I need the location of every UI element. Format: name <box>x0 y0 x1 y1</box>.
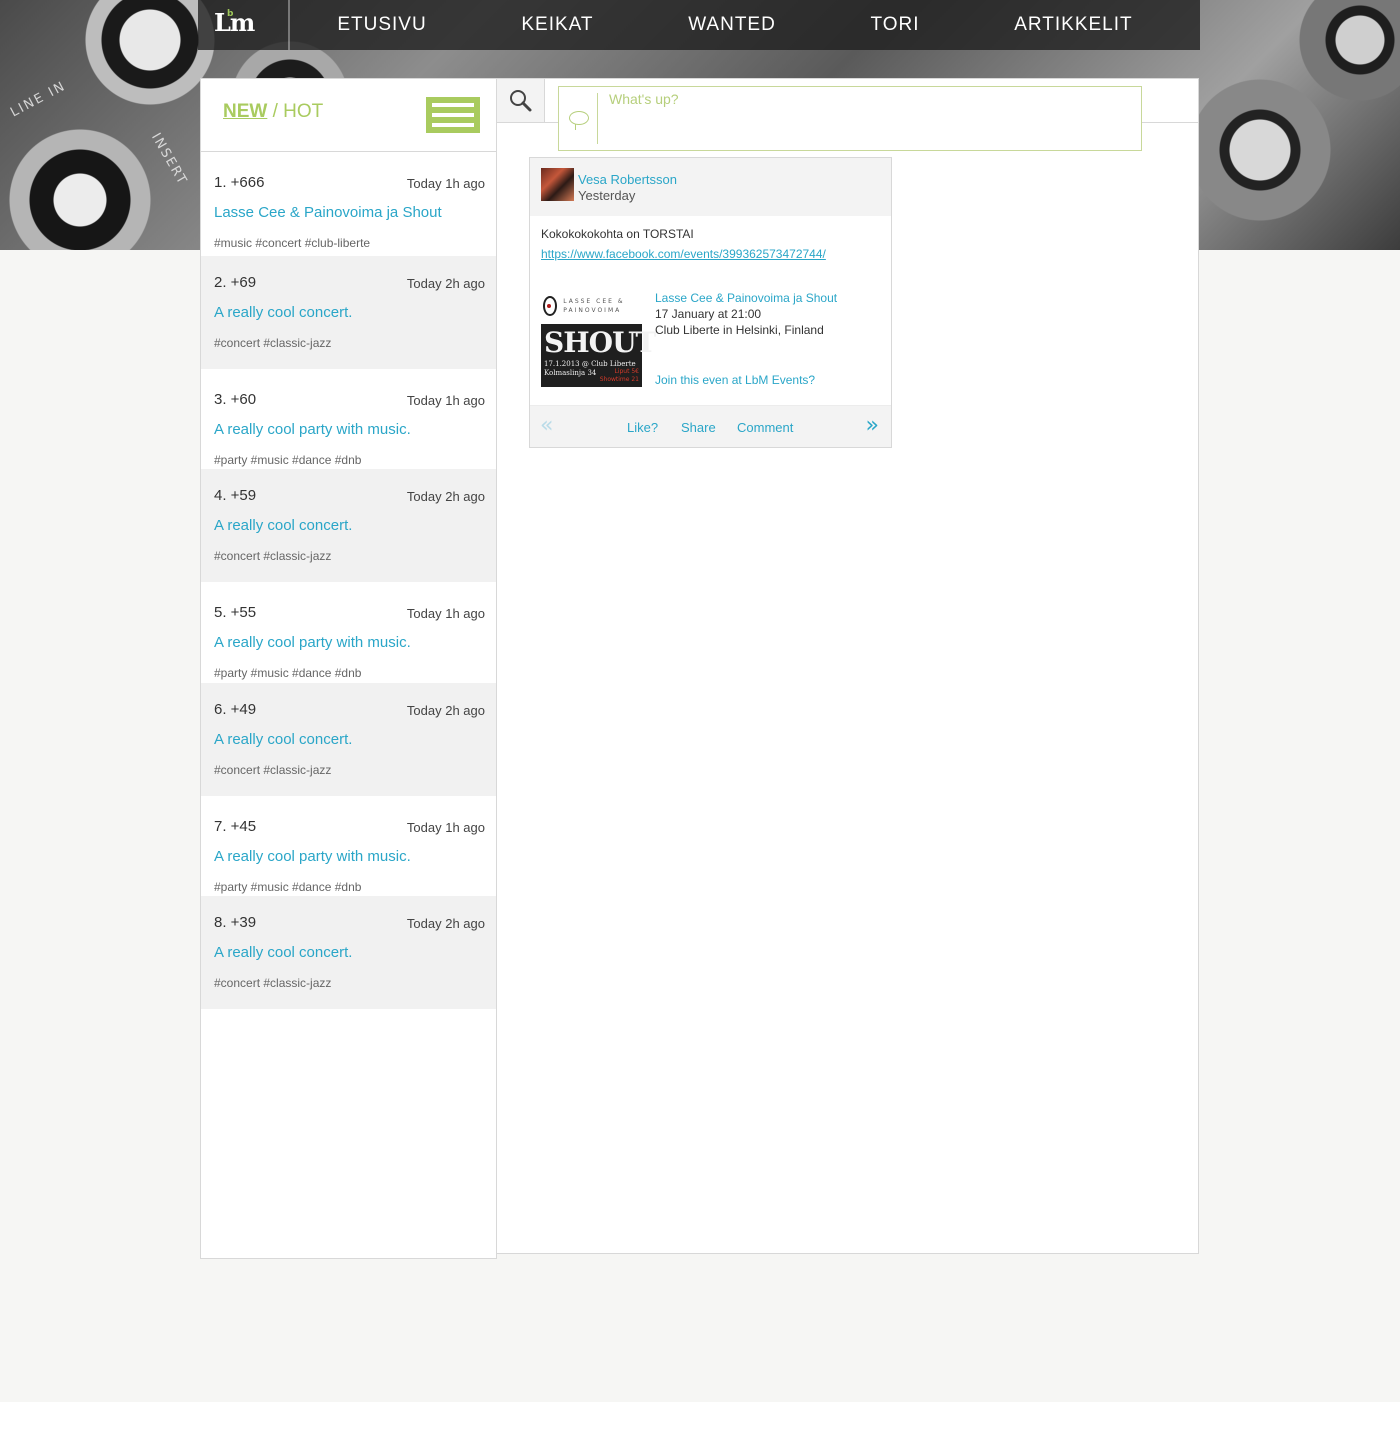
event-poster-bottom: SHOUT 17.1.2013 @ Club Liberte Kolmaslin… <box>541 324 656 387</box>
feed-item[interactable]: 7. +45 Today 1h ago A really cool party … <box>201 796 496 896</box>
hamburger-menu-icon[interactable] <box>426 97 480 133</box>
feed-item-title[interactable]: A really cool concert. <box>214 731 352 748</box>
feed-item-title[interactable]: A really cool concert. <box>214 517 352 534</box>
feed-item-rank: 8. +39 <box>214 914 257 931</box>
logo[interactable]: Lm b <box>198 0 290 50</box>
feed-item-tags: #party #music #dance #dnb <box>214 666 362 680</box>
feed-item-rank: 1. +666 <box>214 174 265 191</box>
feed-item[interactable]: 3. +60 Today 1h ago A really cool party … <box>201 369 496 469</box>
next-post-icon[interactable]: » <box>866 415 879 437</box>
feed-item-rank: 3. +60 <box>214 391 257 408</box>
share-button[interactable]: Share <box>681 420 716 435</box>
status-input[interactable] <box>609 91 1129 145</box>
composer-divider <box>597 93 598 144</box>
poster-logo-icon <box>543 296 558 316</box>
speech-bubble-tail <box>575 124 579 130</box>
poster-red-line-2: Showtime 21 <box>599 376 639 383</box>
nav-item-etusivu[interactable]: ETUSIVU <box>337 14 426 36</box>
filter-separator: / <box>267 101 284 122</box>
nav-item-artikkelit[interactable]: ARTIKKELIT <box>1014 14 1132 36</box>
top-navigation: Lm b ETUSIVU KEIKAT WANTED TORI ARTIKKEL… <box>198 0 1200 50</box>
post-header: Vesa Robertsson Yesterday <box>530 158 891 216</box>
hero-label-insert: INSERT <box>148 130 191 189</box>
nav-items: ETUSIVU KEIKAT WANTED TORI ARTIKKELIT <box>290 14 1200 36</box>
feed-item[interactable]: 1. +666 Today 1h ago Lasse Cee & Painovo… <box>201 152 496 256</box>
feed-item-tags: #music #concert #club-liberte <box>214 236 371 250</box>
logo-superscript: b <box>227 9 234 19</box>
feed-item[interactable]: 2. +69 Today 2h ago A really cool concer… <box>201 256 496 369</box>
feed-item-tags: #party #music #dance #dnb <box>214 453 362 467</box>
feed-item-time: Today 1h ago <box>406 393 485 408</box>
event-poster-top: LASSE CEE & PAINOVOIMA <box>541 288 642 324</box>
feed-item[interactable]: 5. +55 Today 1h ago A really cool party … <box>201 582 496 683</box>
feed-item-title[interactable]: A really cool concert. <box>214 304 352 321</box>
hero-label-line-in: LINE IN <box>8 78 69 121</box>
speech-bubble-icon <box>569 111 589 125</box>
feed-item-time: Today 2h ago <box>406 276 485 291</box>
search-button[interactable] <box>497 79 545 123</box>
poster-title: SHOUT <box>544 326 656 359</box>
feed-item-tags: #party #music #dance #dnb <box>214 880 362 894</box>
post-card: Vesa Robertsson Yesterday Kokokokokohta … <box>529 157 892 448</box>
comment-button[interactable]: Comment <box>737 420 793 435</box>
filter-new[interactable]: NEW <box>223 101 267 122</box>
feed-item-title[interactable]: A really cool party with music. <box>214 421 411 438</box>
feed-item-title[interactable]: A really cool party with music. <box>214 634 411 651</box>
avatar[interactable] <box>541 168 574 201</box>
feed-item-tags: #concert #classic-jazz <box>214 549 332 563</box>
main-panel: Vesa Robertsson Yesterday Kokokokokohta … <box>497 78 1199 1254</box>
feed-item[interactable]: 8. +39 Today 2h ago A really cool concer… <box>201 896 496 1009</box>
feed-item-time: Today 2h ago <box>406 916 485 931</box>
feed-filter: NEW / HOT <box>223 101 323 123</box>
feed-item[interactable]: 4. +59 Today 2h ago A really cool concer… <box>201 469 496 582</box>
feed-item-rank: 4. +59 <box>214 487 257 504</box>
nav-item-tori[interactable]: TORI <box>871 14 920 36</box>
magnifier-icon <box>510 90 532 112</box>
nav-item-keikat[interactable]: KEIKAT <box>521 14 593 36</box>
feed-item-time: Today 2h ago <box>406 703 485 718</box>
feed-item-time: Today 1h ago <box>406 820 485 835</box>
feed-item-title[interactable]: A really cool party with music. <box>214 848 411 865</box>
filter-hot[interactable]: HOT <box>283 101 323 122</box>
bottom-strip <box>0 1402 1400 1442</box>
feed-item-rank: 6. +49 <box>214 701 257 718</box>
post-actions: « Like? Share Comment » <box>530 405 891 447</box>
previous-post-icon[interactable]: « <box>540 415 553 437</box>
feed-item-tags: #concert #classic-jazz <box>214 976 332 990</box>
poster-red-line-1: Liput 5€ <box>614 368 639 375</box>
post-author[interactable]: Vesa Robertsson <box>578 172 677 187</box>
poster-red-text: Liput 5€ Showtime 21 <box>600 368 639 384</box>
feed-item-rank: 2. +69 <box>214 274 257 291</box>
feed-item-rank: 5. +55 <box>214 604 257 621</box>
feed-header: NEW / HOT <box>201 79 496 152</box>
feed-item-time: Today 1h ago <box>406 176 485 191</box>
post-time: Yesterday <box>578 188 636 203</box>
event-place: Club Liberte in Helsinki, Finland <box>655 323 824 337</box>
status-composer[interactable] <box>558 86 1142 151</box>
feed-panel: NEW / HOT 1. +666 Today 1h ago Lasse Cee… <box>200 78 497 1259</box>
logo-text: Lm <box>214 8 255 37</box>
post-link[interactable]: https://www.facebook.com/events/39936257… <box>541 247 826 261</box>
poster-top-text: LASSE CEE & PAINOVOIMA <box>563 298 625 314</box>
event-join-link[interactable]: Join this even at LbM Events? <box>655 373 815 387</box>
feed-item-time: Today 1h ago <box>406 606 485 621</box>
feed-item-title[interactable]: Lasse Cee & Painovoima ja Shout <box>214 204 442 221</box>
event-date: 17 January at 21:00 <box>655 307 762 321</box>
post-text: Kokokokokohta on TORSTAI <box>541 227 694 241</box>
nav-item-wanted[interactable]: WANTED <box>688 14 776 36</box>
feed-item-tags: #concert #classic-jazz <box>214 336 332 350</box>
event-poster[interactable]: LASSE CEE & PAINOVOIMA SHOUT 17.1.2013 @… <box>541 288 656 387</box>
feed-item-tags: #concert #classic-jazz <box>214 763 332 777</box>
feed-item-rank: 7. +45 <box>214 818 257 835</box>
feed-item[interactable]: 6. +49 Today 2h ago A really cool concer… <box>201 683 496 796</box>
like-button[interactable]: Like? <box>627 420 658 435</box>
event-title[interactable]: Lasse Cee & Painovoima ja Shout <box>655 291 837 305</box>
feed-item-time: Today 2h ago <box>406 489 485 504</box>
feed-item-title[interactable]: A really cool concert. <box>214 944 352 961</box>
